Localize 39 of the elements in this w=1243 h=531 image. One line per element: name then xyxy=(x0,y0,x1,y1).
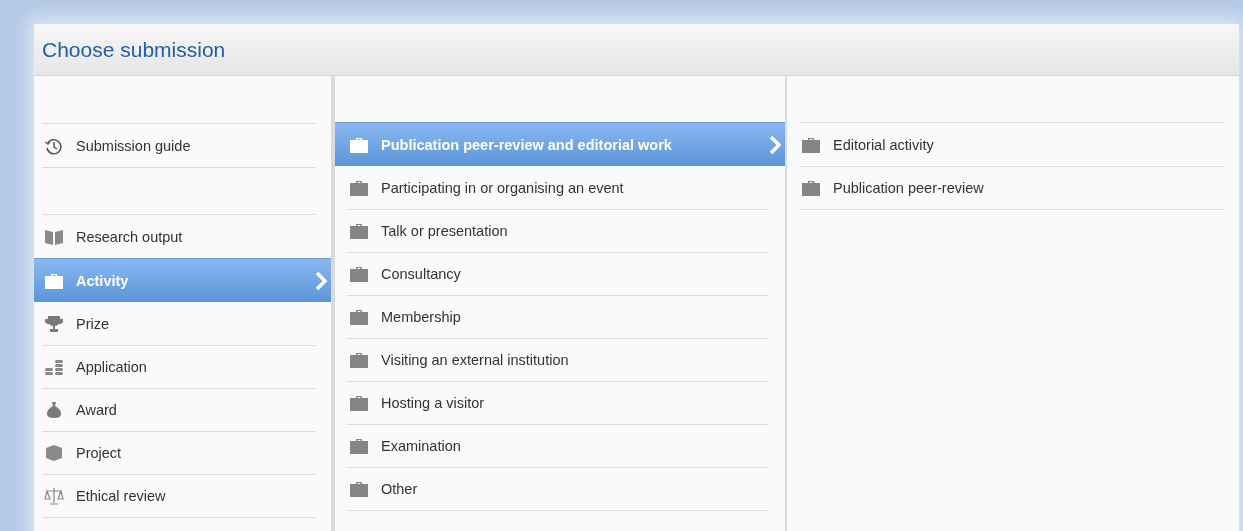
briefcase-icon xyxy=(349,265,369,283)
briefcase-icon xyxy=(349,480,369,498)
menu-item[interactable]: Research output xyxy=(42,215,316,258)
menu-item[interactable]: Ethical review xyxy=(42,474,316,517)
menu-item[interactable]: Hosting a visitor xyxy=(347,381,768,424)
menu-item[interactable]: Publication peer-review xyxy=(799,166,1225,209)
trophy-icon xyxy=(44,314,64,333)
menu-item[interactable]: Consultancy xyxy=(347,252,768,295)
briefcase-icon xyxy=(349,308,369,326)
scales-icon xyxy=(44,487,64,505)
menu-item[interactable]: Participating in or organising an event xyxy=(347,166,768,209)
coins-icon xyxy=(44,358,64,376)
money-bag-icon xyxy=(44,401,64,419)
menu-item[interactable]: Submission guide xyxy=(42,124,316,167)
cube-icon xyxy=(44,444,64,462)
dialog-title: Choose submission xyxy=(42,37,226,62)
menu-item[interactable]: Membership xyxy=(347,295,768,338)
chevron-right-icon xyxy=(315,270,327,291)
book-icon xyxy=(44,227,64,246)
menu-item[interactable]: Application xyxy=(42,345,316,388)
briefcase-icon xyxy=(349,437,369,455)
menu-item[interactable]: Examination xyxy=(347,424,768,467)
briefcase-icon xyxy=(349,222,369,240)
menu-item[interactable]: Other xyxy=(347,467,768,510)
clock-icon xyxy=(44,136,64,155)
menu-item[interactable]: Visiting an external institution xyxy=(347,338,768,381)
menu-item[interactable]: Talk or presentation xyxy=(347,209,768,252)
briefcase-icon xyxy=(349,135,369,154)
briefcase-icon xyxy=(349,394,369,412)
menu-item[interactable]: Award xyxy=(42,388,316,431)
briefcase-icon xyxy=(801,179,821,197)
briefcase-icon xyxy=(349,178,369,197)
briefcase-icon xyxy=(44,271,64,290)
briefcase-icon xyxy=(349,351,369,369)
briefcase-icon xyxy=(801,135,821,154)
menu-item[interactable]: Prize xyxy=(42,302,316,345)
menu-item[interactable]: Editorial activity xyxy=(799,123,1225,166)
chevron-right-icon xyxy=(769,134,781,155)
menu-item[interactable]: Project xyxy=(42,431,316,474)
